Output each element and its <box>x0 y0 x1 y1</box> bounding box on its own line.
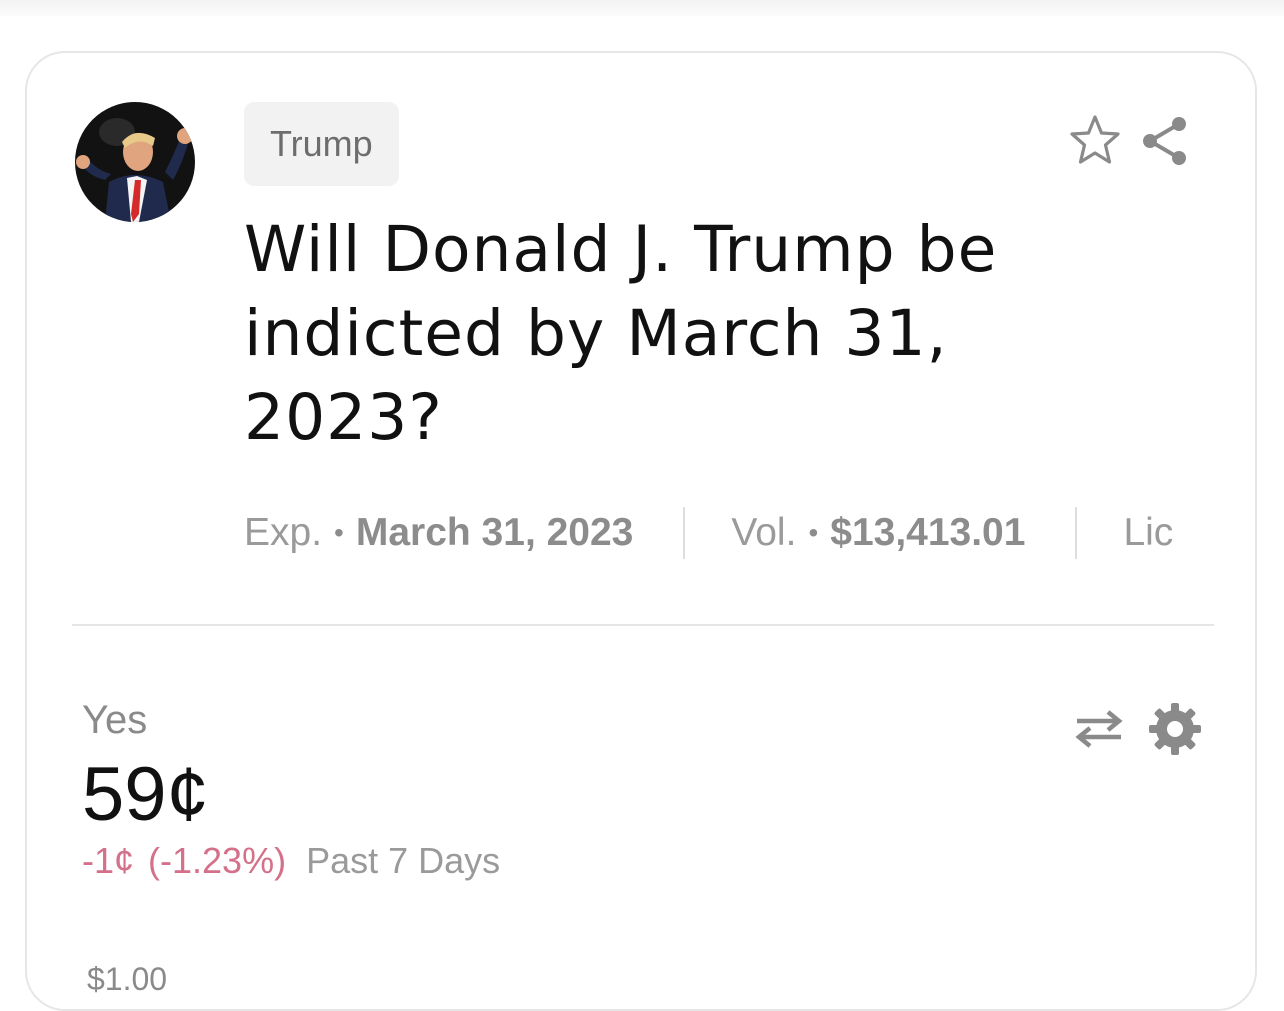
expiry-label: Exp. <box>244 511 323 554</box>
market-card: Trump Will Donald J. Trump be indicted b… <box>25 51 1257 1011</box>
gear-icon <box>1149 703 1201 755</box>
change-period: Past 7 Days <box>306 840 501 881</box>
favorite-button[interactable] <box>1067 113 1123 169</box>
outcome-price: 59¢ <box>82 752 209 837</box>
swap-outcome-button[interactable] <box>1071 701 1127 757</box>
change-absolute: -1¢ <box>82 840 135 881</box>
share-button[interactable] <box>1137 113 1193 169</box>
share-icon <box>1143 117 1186 165</box>
market-avatar <box>75 102 195 222</box>
outcome-label: Yes <box>82 698 148 742</box>
top-bar <box>0 0 1284 16</box>
swap-arrows-icon <box>1075 710 1123 748</box>
market-title: Will Donald J. Trump be indicted by Marc… <box>244 213 998 454</box>
card-actions <box>1067 113 1193 169</box>
change-percent: (-1.23%) <box>148 840 287 881</box>
expiry-value: March 31, 2023 <box>355 511 634 554</box>
meta-dot: • <box>334 517 344 548</box>
volume-label: Vol. <box>731 511 797 554</box>
avatar-image <box>75 102 195 222</box>
category-tag[interactable]: Trump <box>244 102 399 186</box>
market-meta: Exp. • March 31, 2023 Vol. • $13,413.01 … <box>244 505 1198 561</box>
chart-tools <box>1071 701 1203 757</box>
section-divider <box>72 624 1214 626</box>
price-change: -1¢ (-1.23%) Past 7 Days <box>82 840 500 882</box>
star-outline-icon <box>1070 115 1120 164</box>
chart-axis-label: $1.00 <box>87 961 168 997</box>
meta-dot: • <box>808 517 819 548</box>
meta-separator <box>1075 507 1078 559</box>
meta-separator <box>683 507 686 559</box>
settings-button[interactable] <box>1147 701 1203 757</box>
liquidity-label: Lic <box>1123 511 1174 554</box>
volume-value: $13,413.01 <box>830 511 1026 554</box>
